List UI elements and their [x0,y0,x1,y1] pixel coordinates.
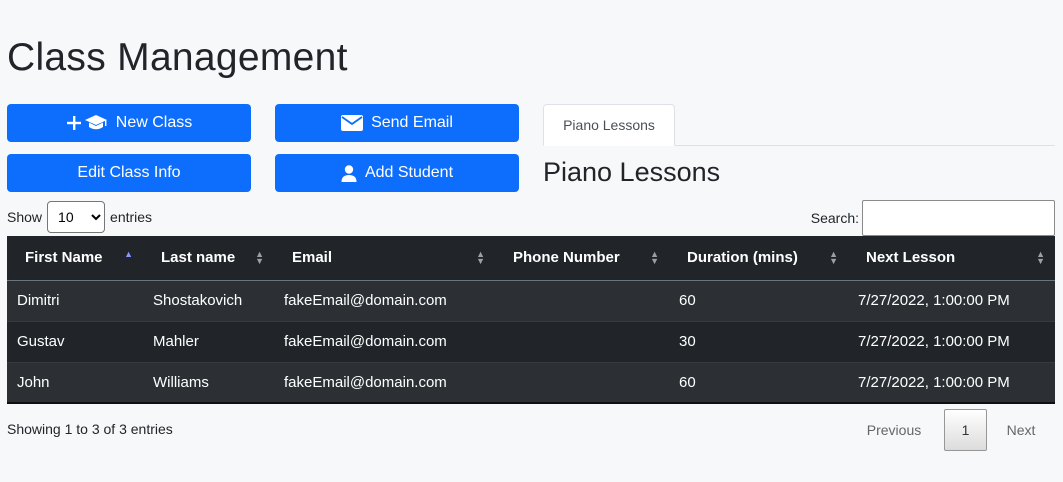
cell-last-name: Williams [143,361,274,403]
sort-ascending-icon: ▲ [124,249,133,259]
cell-first-name: Dimitri [7,279,143,321]
class-tabs: Piano Lessons [543,104,1055,146]
edit-class-info-button[interactable]: Edit Class Info [7,154,251,192]
students-table: First Name ▲ Last name ▲ ▼ Email ▲ ▼ Phone Nu… [7,236,1055,404]
add-student-button[interactable]: Add Student [275,154,519,192]
new-class-button[interactable]: New Class [7,104,251,142]
cell-last-name: Shostakovich [143,279,274,321]
send-email-button[interactable]: Send Email [275,104,519,142]
send-email-label: Send Email [371,114,453,131]
column-header-last-name[interactable]: Last name ▲ ▼ [143,236,274,281]
table-header-row: First Name ▲ Last name ▲ ▼ Email ▲ ▼ Phone Nu… [7,236,1055,281]
search-input[interactable] [862,200,1055,236]
new-class-label: New Class [115,114,193,131]
previous-page-button[interactable]: Previous [844,409,944,451]
cell-first-name: Gustav [7,320,143,362]
cell-last-name: Mahler [143,320,274,362]
cell-duration: 60 [669,361,848,403]
cell-email: fakeEmail@domain.com [274,279,495,321]
column-header-first-name[interactable]: First Name ▲ [7,236,143,281]
envelope-icon [341,115,364,131]
cell-email: fakeEmail@domain.com [274,320,495,362]
pagination: Previous 1 Next [844,409,1055,451]
cell-phone-number [495,361,669,403]
cell-phone-number [495,279,669,321]
entries-label: entries [110,209,153,225]
cell-email: fakeEmail@domain.com [274,361,495,403]
column-header-email[interactable]: Email ▲ ▼ [274,236,495,281]
next-page-button[interactable]: Next [987,409,1055,451]
cell-duration: 30 [669,320,848,362]
section-title: Piano Lessons [543,157,721,187]
plus-icon [66,116,81,130]
cell-duration: 60 [669,279,848,321]
show-label: Show [7,209,43,225]
graduation-cap-icon [84,115,107,130]
table-row: Dimitri Shostakovich fakeEmail@domain.co… [7,279,1055,321]
cell-next-lesson: 7/27/2022, 1:00:00 PM [848,279,1055,321]
table-row: John Williams fakeEmail@domain.com 60 7/… [7,361,1055,403]
page-title: Class Management [7,36,348,79]
column-header-next-lesson[interactable]: Next Lesson ▲ ▼ [848,236,1055,281]
person-icon [341,164,357,182]
tab-piano-lessons[interactable]: Piano Lessons [543,104,675,146]
edit-class-info-label: Edit Class Info [77,164,181,181]
sort-icon: ▲ ▼ [650,249,659,266]
page-1-button[interactable]: 1 [944,409,987,451]
sort-icon: ▲ ▼ [1036,249,1045,266]
entries-select[interactable]: 10 [47,201,106,233]
table-info: Showing 1 to 3 of 3 entries [7,421,173,437]
add-student-label: Add Student [364,164,454,181]
search-label: Search: [810,210,859,226]
sort-icon: ▲ ▼ [255,249,264,266]
sort-icon: ▲ ▼ [829,249,838,266]
entries-length-control: Show 10 entries [7,201,152,233]
sort-icon: ▲ ▼ [476,249,485,266]
column-header-phone-number[interactable]: Phone Number ▲ ▼ [495,236,669,281]
cell-next-lesson: 7/27/2022, 1:00:00 PM [848,320,1055,362]
search-control: Search: [811,200,1055,236]
cell-first-name: John [7,361,143,403]
cell-next-lesson: 7/27/2022, 1:00:00 PM [848,361,1055,403]
column-header-duration[interactable]: Duration (mins) ▲ ▼ [669,236,848,281]
table-row: Gustav Mahler fakeEmail@domain.com 30 7/… [7,320,1055,362]
cell-phone-number [495,320,669,362]
